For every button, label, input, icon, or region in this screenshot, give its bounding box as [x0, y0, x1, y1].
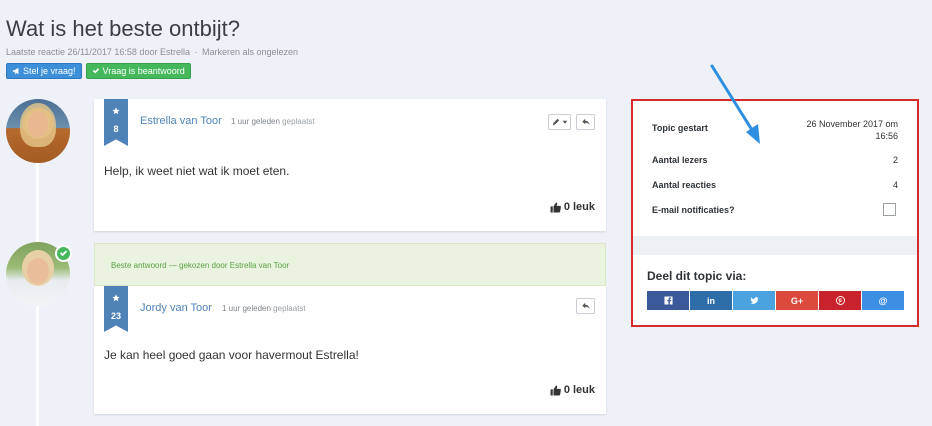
topic-stats: Topic gestart 26 November 2017 om 16:56 A…: [633, 101, 917, 236]
rank-number: 8: [113, 124, 119, 134]
chevron-down-icon: [562, 120, 567, 124]
star-icon: [112, 107, 120, 115]
post-author[interactable]: Jordy van Toor: [140, 302, 212, 314]
post-time-suffix: geplaatst: [273, 304, 306, 313]
share-buttons: in G+ @: [647, 291, 904, 310]
post-time: 1 uur geleden geplaatst: [222, 304, 306, 313]
share-email-button[interactable]: @: [862, 291, 904, 310]
mark-unread-link[interactable]: Markeren als ongelezen: [202, 47, 298, 57]
ask-question-button[interactable]: Stel je vraag!: [6, 63, 82, 79]
check-icon: [59, 250, 68, 257]
topic-started-time: 16:56: [875, 131, 898, 141]
star-icon: [112, 294, 120, 302]
post-time-suffix: geplaatst: [282, 117, 315, 126]
reply-icon: [581, 302, 590, 310]
readers-label: Aantal lezers: [652, 155, 708, 165]
replies-label: Aantal reacties: [652, 180, 717, 190]
facebook-icon: [663, 296, 673, 305]
post-time-ago: 1 uur geleden: [222, 304, 271, 313]
like-button[interactable]: 0 leuk: [550, 384, 595, 396]
email-notifications-row: E-mail notificaties?: [652, 203, 898, 216]
like-button[interactable]: 0 leuk: [550, 201, 595, 213]
topic-info-panel: Topic gestart 26 November 2017 om 16:56 A…: [631, 99, 919, 327]
twitter-icon: [749, 297, 759, 304]
thumbs-up-icon: [550, 385, 561, 395]
replies-row: Aantal reacties 4: [652, 180, 898, 190]
share-facebook-button[interactable]: [647, 291, 689, 310]
reply-button[interactable]: [576, 298, 595, 314]
linkedin-icon: in: [707, 295, 715, 306]
ask-question-label: Stel je vraag!: [23, 66, 76, 76]
share-twitter-button[interactable]: [733, 291, 775, 310]
post-author[interactable]: Estrella van Toor: [140, 115, 222, 127]
email-icon: @: [878, 295, 888, 306]
share-title: Deel dit topic via:: [647, 269, 747, 283]
last-reply-info: Laatste reactie 26/11/2017 16:58 door Es…: [6, 47, 190, 57]
readers-row: Aantal lezers 2: [652, 155, 898, 165]
like-count: 0 leuk: [563, 384, 595, 396]
annotation-arrow: [710, 64, 760, 144]
rank-number: 23: [110, 311, 121, 321]
email-notifications-checkbox[interactable]: [883, 203, 896, 216]
megaphone-icon: [12, 67, 19, 75]
post-body: Help, ik weet niet wat ik moet eten.: [104, 164, 290, 178]
pencil-icon: [552, 118, 559, 126]
rank-ribbon: 8: [104, 99, 128, 146]
share-linkedin-button[interactable]: in: [690, 291, 732, 310]
meta-separator: ·: [194, 47, 198, 57]
google-plus-icon: G+: [790, 295, 804, 306]
topic-started-row: Topic gestart 26 November 2017 om 16:56: [652, 119, 898, 141]
best-answer-check-badge: [55, 245, 72, 262]
share-google-plus-button[interactable]: G+: [776, 291, 818, 310]
post-card: 23 Jordy van Toor 1 uur geleden geplaats…: [94, 286, 606, 414]
check-icon: [92, 68, 99, 74]
replies-value: 4: [892, 180, 898, 190]
best-answer-banner: Beste antwoord — gekozen door Estrella v…: [94, 243, 606, 286]
topic-actions: Stel je vraag! Vraag is beantwoord: [6, 63, 191, 79]
pinterest-icon: [835, 296, 845, 305]
edit-dropdown-button[interactable]: [548, 114, 571, 130]
email-notifications-label: E-mail notificaties?: [652, 205, 735, 215]
readers-value: 2: [892, 155, 898, 165]
answered-label: Vraag is beantwoord: [102, 66, 185, 76]
post-time-ago: 1 uur geleden: [231, 117, 280, 126]
answered-button[interactable]: Vraag is beantwoord: [85, 63, 191, 79]
rank-ribbon: 23: [104, 286, 128, 332]
reply-button[interactable]: [576, 114, 595, 130]
page-title: Wat is het beste ontbijt?: [6, 16, 240, 41]
avatar-estrella[interactable]: [6, 99, 70, 163]
panel-divider: [633, 236, 917, 255]
topic-started-value: 26 November 2017 om 16:56: [788, 118, 898, 142]
like-count: 0 leuk: [563, 201, 595, 213]
post-body: Je kan heel goed gaan voor havermout Est…: [104, 348, 359, 362]
post-card: 8 Estrella van Toor 1 uur geleden geplaa…: [94, 99, 606, 231]
share-pinterest-button[interactable]: [819, 291, 861, 310]
reply-icon: [581, 118, 590, 126]
post-time: 1 uur geleden geplaatst: [231, 117, 315, 126]
topic-started-date: 26 November 2017 om: [806, 119, 898, 129]
topic-meta: Laatste reactie 26/11/2017 16:58 door Es…: [6, 47, 298, 57]
thumbs-up-icon: [550, 202, 561, 212]
